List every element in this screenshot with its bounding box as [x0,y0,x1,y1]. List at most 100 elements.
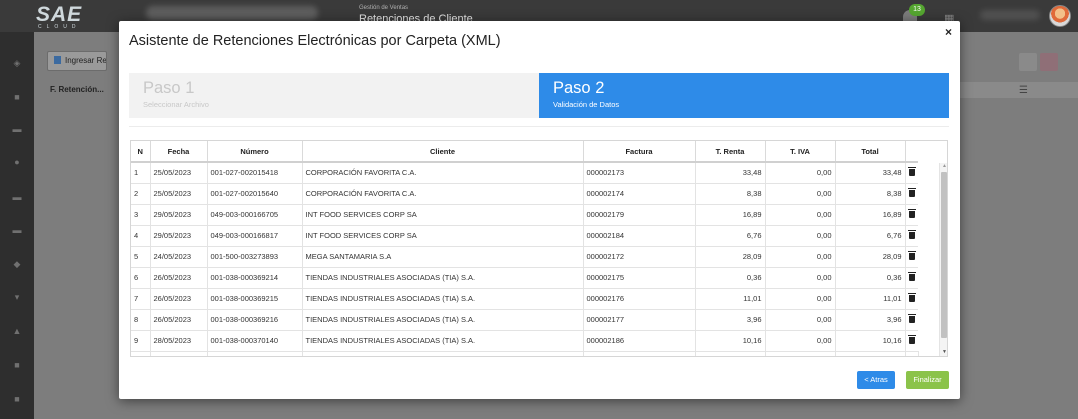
cell-renta: 0,36 [695,267,766,289]
cell-fecha: 28/05/2023 [150,330,208,352]
trash-icon[interactable] [907,250,916,260]
sidebar-icon[interactable]: ■ [11,92,23,102]
sidebar-icon[interactable]: ▲ [11,326,23,336]
sidebar-icon[interactable]: ■ [11,394,23,404]
trash-icon[interactable] [907,166,916,176]
cell-cliente: MEGA SANTAMARIA S.A [302,246,584,268]
close-icon[interactable]: × [945,25,952,39]
table-row[interactable]: 1 25/05/2023 001-027-002015418 CORPORACIÓN … [131,162,918,184]
column-header[interactable]: Factura [583,141,696,163]
scrollbar-thumb[interactable] [941,172,947,338]
cell-empty [207,351,303,356]
cell-iva: 0,00 [765,330,836,352]
table-row[interactable]: 9 28/05/2023 001-038-000370140 TIENDAS INDU… [131,330,918,352]
column-header[interactable]: Cliente [302,141,584,163]
delete-row-cell [905,162,918,184]
scroll-up-icon[interactable]: ▲ [942,163,947,169]
cell-total: 8,38 [835,183,906,205]
trash-icon[interactable] [907,271,916,281]
sidebar-icon[interactable]: ◈ [11,58,23,68]
cell-numero: 049-003-000166817 [207,225,303,247]
step-2-subtitle: Validación de Datos [553,100,620,109]
cell-factura: 000002172 [583,246,696,268]
table-row[interactable]: 7 26/05/2023 001-038-000369215 TIENDAS INDU… [131,288,918,310]
cell-fecha: 26/05/2023 [150,309,208,331]
cell-empty [835,351,906,356]
column-header[interactable]: Fecha [150,141,208,163]
table-row[interactable]: 8 26/05/2023 001-038-000369216 TIENDAS INDU… [131,309,918,331]
cell-numero: 001-500-003273893 [207,246,303,268]
table-row[interactable]: 2 25/05/2023 001-027-002015640 CORPORACIÓN … [131,183,918,205]
finish-button[interactable]: Finalizar [906,371,949,389]
cell-iva: 0,00 [765,162,836,184]
trash-icon[interactable] [907,313,916,323]
cell-n: 1 [131,162,151,184]
sidebar-icon[interactable]: ● [11,157,23,167]
sidebar-icon[interactable]: ■ [11,360,23,370]
column-header-actions [905,141,918,163]
cell-numero: 001-038-000369215 [207,288,303,310]
filter-icon[interactable]: ☰ [1019,85,1028,96]
sidebar-icon[interactable]: ▬ [11,225,23,235]
clear-button[interactable] [1040,53,1058,71]
cell-renta: 33,48 [695,162,766,184]
sidebar: ◈ ■ ▬ ● ▬ ▬ ◆ ▾ ▲ ■ ■ [0,32,34,419]
cell-cliente: TIENDAS INDUSTRIALES ASOCIADAS (TIA) S.A… [302,309,584,331]
cell-numero: 001-027-002015418 [207,162,303,184]
cell-n: 9 [131,330,151,352]
step-1[interactable]: Paso 1 Seleccionar Archivo [129,73,539,118]
grid-scrollbar[interactable]: ▲ ▼ [939,163,947,356]
sidebar-icon[interactable]: ▬ [11,124,23,134]
notification-badge: 13 [909,4,925,16]
step-2[interactable]: Paso 2 Validación de Datos [539,73,949,118]
cell-numero: 049-003-000166705 [207,204,303,226]
table-row[interactable]: 6 26/05/2023 001-038-000369214 TIENDAS INDU… [131,267,918,289]
column-header[interactable]: Total [835,141,906,163]
table-row[interactable]: 4 29/05/2023 049-003-000166817 INT FOOD SER… [131,225,918,247]
module-parent-label: Gestión de Ventas [359,5,409,11]
delete-row-cell [905,330,918,352]
cell-factura: 000002184 [583,225,696,247]
cell-iva: 0,00 [765,309,836,331]
column-header[interactable]: N [131,141,151,163]
sidebar-icon[interactable]: ▬ [11,192,23,202]
back-button[interactable]: < Atras [857,371,895,389]
trash-icon[interactable] [907,187,916,197]
cell-empty [131,351,151,356]
cell-n: 3 [131,204,151,226]
cell-cliente: TIENDAS INDUSTRIALES ASOCIADAS (TIA) S.A… [302,267,584,289]
table-row[interactable]: 5 24/05/2023 001-500-003273893 MEGA SANTAMA… [131,246,918,268]
scroll-down-icon[interactable]: ▼ [942,349,947,355]
cell-fecha: 26/05/2023 [150,267,208,289]
cell-empty [583,351,696,356]
step-1-subtitle: Seleccionar Archivo [143,100,209,109]
cell-fecha: 24/05/2023 [150,246,208,268]
trash-icon[interactable] [907,229,916,239]
cell-total: 16,89 [835,204,906,226]
sidebar-icon[interactable]: ▾ [11,292,23,302]
table-header-row: N Fecha Número Cliente Factura T. Renta … [131,141,918,163]
search-button[interactable] [1019,53,1037,71]
column-header[interactable]: T. Renta [695,141,766,163]
table-row[interactable]: 3 29/05/2023 049-003-000166705 INT FOOD SER… [131,204,918,226]
avatar[interactable] [1049,5,1071,27]
company-name-blurred [146,6,318,20]
trash-icon[interactable] [907,208,916,218]
add-retention-button[interactable]: Ingresar Re [47,51,107,71]
cell-empty [905,351,919,356]
trash-icon[interactable] [907,292,916,302]
cell-fecha: 25/05/2023 [150,162,208,184]
delete-row-cell [905,246,918,268]
cell-renta: 10,16 [695,330,766,352]
trash-icon[interactable] [907,334,916,344]
step-2-title: Paso 2 [553,79,605,97]
column-header-retention-date[interactable]: F. Retención... [44,82,112,98]
divider [129,126,949,127]
delete-row-cell [905,309,918,331]
cell-n: 2 [131,183,151,205]
sidebar-icon[interactable]: ◆ [11,259,23,269]
cell-cliente: INT FOOD SERVICES CORP SA [302,225,584,247]
column-header[interactable]: Número [207,141,303,163]
retention-wizard-modal: Asistente de Retenciones Electrónicas po… [119,21,960,399]
column-header[interactable]: T. IVA [765,141,836,163]
